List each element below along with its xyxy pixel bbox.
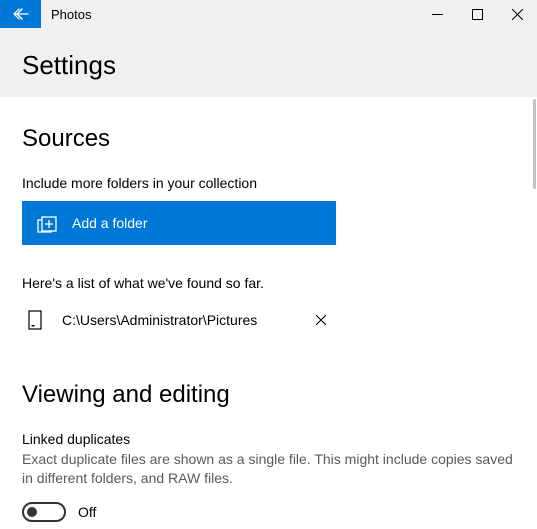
content-area: Sources Include more folders in your col… <box>0 97 537 529</box>
sources-found-text: Here's a list of what we've found so far… <box>22 275 515 291</box>
page-header: Settings <box>0 28 537 97</box>
window-controls <box>417 0 537 28</box>
linked-duplicates-label: Linked duplicates <box>22 431 515 447</box>
add-folder-icon <box>34 212 60 234</box>
remove-folder-button[interactable] <box>306 305 336 335</box>
titlebar: Photos <box>0 0 537 28</box>
maximize-button[interactable] <box>457 0 497 28</box>
sources-heading: Sources <box>22 125 515 153</box>
scrollbar[interactable] <box>531 97 536 529</box>
back-arrow-icon <box>12 7 30 21</box>
viewing-heading: Viewing and editing <box>22 381 515 409</box>
close-button[interactable] <box>497 0 537 28</box>
page-title: Settings <box>22 50 515 81</box>
minimize-button[interactable] <box>417 0 457 28</box>
folder-path: C:\Users\Administrator\Pictures <box>48 312 306 328</box>
back-button[interactable] <box>0 0 41 28</box>
toggle-knob <box>27 507 37 517</box>
linked-duplicates-description: Exact duplicate files are shown as a sin… <box>22 450 515 488</box>
linked-duplicates-toggle-state: Off <box>78 504 96 520</box>
maximize-icon <box>472 9 483 20</box>
folder-icon <box>22 309 48 331</box>
folder-row: C:\Users\Administrator\Pictures <box>22 301 336 339</box>
linked-duplicates-toggle-row: Off <box>22 502 515 522</box>
close-icon <box>512 9 523 20</box>
scrollbar-thumb[interactable] <box>533 99 536 189</box>
minimize-icon <box>432 9 443 20</box>
add-folder-button[interactable]: Add a folder <box>22 201 336 245</box>
linked-duplicates-toggle[interactable] <box>22 502 66 522</box>
app-title: Photos <box>41 7 91 22</box>
add-folder-label: Add a folder <box>60 215 148 231</box>
sources-include-text: Include more folders in your collection <box>22 175 515 191</box>
remove-icon <box>316 315 326 325</box>
